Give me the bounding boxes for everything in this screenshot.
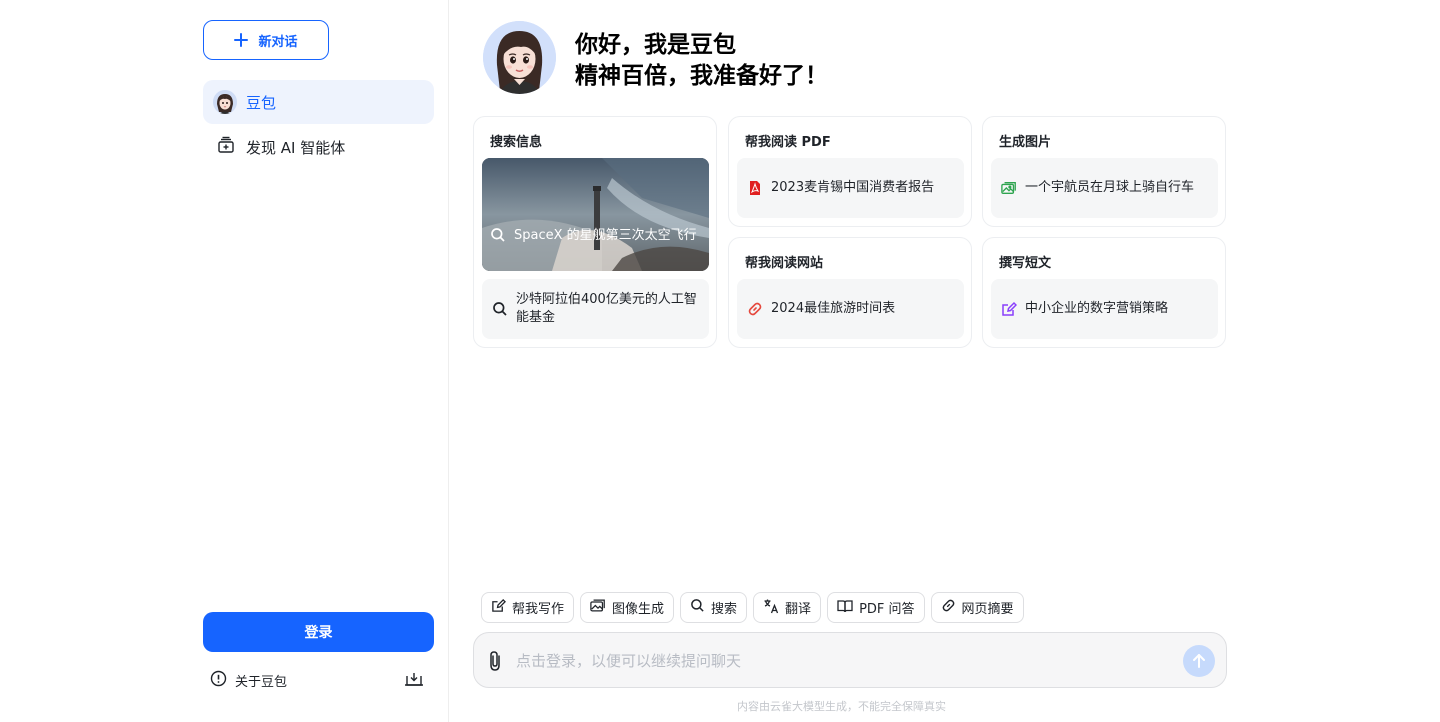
greeting-line-2: 精神百倍，我准备好了！	[575, 63, 828, 89]
suggestion-item[interactable]: 一个宇航员在月球上骑自行车	[991, 158, 1218, 218]
card-read-pdf: 帮我阅读 PDF 2023麦肯锡中国消费者报告	[728, 116, 972, 227]
doubao-avatar	[483, 21, 556, 94]
login-button[interactable]: 登录	[203, 612, 434, 652]
plus-icon	[234, 33, 249, 47]
info-icon	[210, 670, 227, 691]
featured-news-caption: SpaceX 的星舰第三次太空飞行	[490, 227, 702, 249]
arrow-up-icon	[1193, 654, 1205, 668]
tool-translate[interactable]: 翻译	[753, 592, 822, 623]
attachment-icon[interactable]	[488, 650, 502, 676]
tool-image-gen[interactable]: 图像生成	[580, 592, 675, 623]
sidebar-item-label: 发现 AI 智能体	[246, 138, 346, 157]
avatar-icon	[213, 90, 237, 114]
tool-help-write[interactable]: 帮我写作	[481, 592, 575, 623]
card-title: 帮我阅读 PDF	[745, 135, 831, 150]
edit-icon	[1001, 301, 1017, 317]
about-label: 关于豆包	[235, 675, 288, 690]
sidebar: 新对话 豆包 发现 AI 智能体 登录 关于豆包	[0, 0, 449, 722]
book-icon	[837, 599, 853, 617]
tool-search[interactable]: 搜索	[680, 592, 748, 623]
search-icon	[490, 227, 506, 249]
pdf-icon	[747, 180, 763, 196]
card-title: 帮我阅读网站	[745, 256, 824, 271]
about-link[interactable]: 关于豆包	[210, 670, 287, 691]
sidebar-item-doubao[interactable]: 豆包	[203, 80, 434, 124]
tool-label: 翻译	[785, 602, 812, 617]
card-title: 搜索信息	[490, 135, 543, 150]
chat-input-box	[473, 632, 1227, 688]
translate-icon	[763, 598, 779, 618]
edit-icon	[491, 598, 506, 617]
greeting: 你好，我是豆包 精神百倍，我准备好了！	[575, 30, 828, 92]
tool-label: 图像生成	[612, 602, 665, 617]
suggestion-text: 2023麦肯锡中国消费者报告	[771, 180, 935, 195]
suggestion-item[interactable]: 沙特阿拉伯400亿美元的人工智能基金	[482, 279, 709, 339]
tool-label: PDF 问答	[859, 602, 915, 617]
link-icon	[747, 301, 763, 317]
suggestion-item[interactable]: 2024最佳旅游时间表	[737, 279, 964, 339]
card-title: 生成图片	[999, 135, 1052, 150]
suggestion-item[interactable]: 2023麦肯锡中国消费者报告	[737, 158, 964, 218]
image-icon	[590, 598, 606, 617]
search-icon	[492, 301, 508, 317]
new-chat-label: 新对话	[258, 33, 298, 49]
image-icon	[1001, 180, 1017, 196]
disclaimer: 内容由云雀大模型生成，不能完全保障真实	[737, 700, 946, 713]
suggestion-item[interactable]: 中小企业的数字营销策略	[991, 279, 1218, 339]
tool-webpage-summary[interactable]: 网页摘要	[930, 592, 1024, 623]
featured-news-image[interactable]: SpaceX 的星舰第三次太空飞行	[482, 158, 709, 271]
tool-label: 网页摘要	[961, 602, 1014, 617]
chat-input[interactable]	[516, 650, 1156, 672]
suggestion-text: 一个宇航员在月球上骑自行车	[1025, 180, 1195, 195]
download-app-icon[interactable]	[404, 670, 424, 692]
card-generate-image: 生成图片 一个宇航员在月球上骑自行车	[982, 116, 1226, 227]
link-icon	[941, 598, 956, 617]
card-search-info: 搜索信息 SpaceX 的星舰第三次太空飞行 沙特阿拉伯400亿美元的人工智能基…	[473, 116, 717, 348]
card-write-essay: 撰写短文 中小企业的数字营销策略	[982, 237, 1226, 348]
card-read-website: 帮我阅读网站 2024最佳旅游时间表	[728, 237, 972, 348]
tool-label: 搜索	[711, 602, 738, 617]
quick-tools: 帮我写作 图像生成 搜索 翻译 PDF 问答 网页摘要	[481, 592, 1024, 623]
agent-store-icon	[217, 136, 235, 158]
search-icon	[690, 598, 705, 617]
new-chat-button[interactable]: 新对话	[203, 20, 329, 60]
featured-news-text: SpaceX 的星舰第三次太空飞行	[514, 228, 697, 243]
card-title: 撰写短文	[999, 256, 1052, 271]
suggestion-text: 2024最佳旅游时间表	[771, 301, 896, 316]
tool-label: 帮我写作	[512, 602, 565, 617]
tool-pdf-qa[interactable]: PDF 问答	[827, 592, 925, 623]
sidebar-item-label: 豆包	[246, 93, 277, 112]
suggestion-text: 沙特阿拉伯400亿美元的人工智能基金	[516, 292, 697, 325]
suggestion-text: 中小企业的数字营销策略	[1025, 301, 1169, 316]
sidebar-item-discover-agents[interactable]: 发现 AI 智能体	[203, 125, 434, 169]
send-button[interactable]	[1183, 645, 1215, 677]
greeting-line-1: 你好，我是豆包	[575, 32, 736, 58]
